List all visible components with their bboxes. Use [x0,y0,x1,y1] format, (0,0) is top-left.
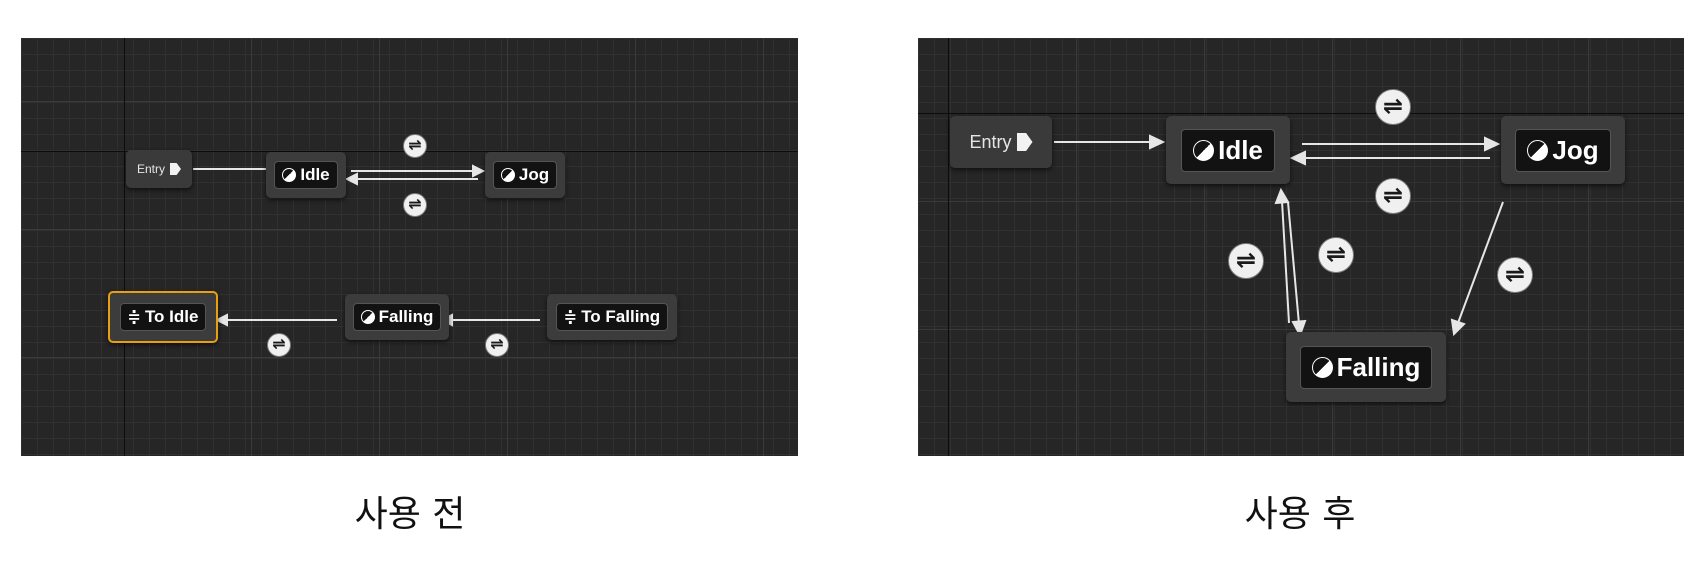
transition-rule-icon[interactable]: ⇌ [1497,257,1533,293]
conduit-icon: ≑ [127,309,141,326]
state-node-jog[interactable]: Jog [485,152,565,198]
wire-idle-to-falling [1287,201,1300,325]
conduit-label: To Falling [581,307,661,326]
state-node-idle[interactable]: Idle [1166,116,1290,184]
entry-pin-icon [1016,133,1033,151]
state-icon [282,168,297,182]
state-label: Jog [518,165,550,184]
state-icon [1311,356,1333,378]
after-graph-panel[interactable]: Entry Idle Jog Falling ⇌ ⇌ ⇌ ⇌ ⇌ [918,38,1684,456]
arrowhead [1274,187,1290,205]
state-label: Falling [1336,351,1421,382]
arrowhead [1450,318,1466,337]
wire-falling-to-idle [1281,200,1290,324]
state-icon [360,310,375,324]
transition-rule-icon[interactable]: ⇌ [403,193,427,217]
state-label: Idle [1218,134,1263,165]
state-icon [1527,139,1549,161]
entry-pin-icon [170,163,181,175]
state-node-jog[interactable]: Jog [1501,116,1625,184]
entry-label: Entry [137,162,181,176]
before-graph-panel[interactable]: Entry Idle Jog Falling ≑ To Idle ≑ To Fa… [21,38,798,456]
transition-rule-icon[interactable]: ⇌ [1375,89,1411,125]
transition-rule-icon[interactable]: ⇌ [1228,243,1264,279]
wire-jog-to-falling [1457,201,1504,324]
state-label: Jog [1552,134,1599,165]
state-icon [500,168,515,182]
state-node-falling[interactable]: Falling [345,294,449,340]
state-label: Falling [378,307,434,326]
conduit-node-to-idle[interactable]: ≑ To Idle [108,291,218,343]
state-icon [1193,139,1215,161]
state-node-falling[interactable]: Falling [1286,332,1446,402]
conduit-node-to-falling[interactable]: ≑ To Falling [547,294,677,340]
transition-wires [193,162,540,327]
arrowhead [1149,134,1166,150]
conduit-icon: ≑ [563,309,578,326]
entry-label: Entry [969,132,1033,153]
before-caption: 사용 전 [354,494,466,535]
conduit-label: To Idle [144,307,199,326]
transition-rule-icon[interactable]: ⇌ [1318,237,1354,273]
state-label: Idle [300,165,330,184]
arrowhead [472,164,486,178]
after-caption: 사용 후 [1244,494,1356,535]
transition-rule-icon[interactable]: ⇌ [403,134,427,158]
arrowhead [1484,136,1501,152]
transition-rule-icon[interactable]: ⇌ [267,333,291,357]
state-node-idle[interactable]: Idle [266,152,346,198]
arrowhead [344,172,358,186]
transition-rule-icon[interactable]: ⇌ [485,333,509,357]
entry-node[interactable]: Entry [950,116,1052,168]
entry-node[interactable]: Entry [126,150,192,188]
arrowhead [1289,150,1306,166]
arrowhead [214,313,228,327]
transition-rule-icon[interactable]: ⇌ [1375,178,1411,214]
